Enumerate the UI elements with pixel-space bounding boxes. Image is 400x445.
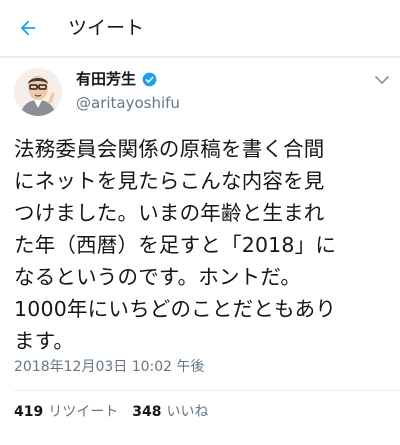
author-name[interactable]: 有田芳生 bbox=[76, 69, 136, 89]
avatar-illustration bbox=[14, 68, 62, 116]
verified-badge-icon bbox=[142, 72, 157, 87]
stats-divider bbox=[14, 390, 400, 391]
tweet-line: た年（西暦）を足すと「2018」に bbox=[14, 233, 337, 257]
likes-label: いいね bbox=[166, 404, 209, 420]
top-bar: ツイート bbox=[0, 0, 400, 56]
retweets-stat[interactable]: 419 リツイート bbox=[14, 402, 118, 422]
tweet-line: 法務委員会関係の原稿を書く合間 bbox=[14, 137, 325, 161]
tweet-menu-button[interactable] bbox=[372, 72, 392, 88]
avatar[interactable] bbox=[14, 68, 62, 116]
arrow-left-icon bbox=[20, 20, 36, 36]
tweet-line: 1000年にいちどのことだともあり bbox=[14, 297, 337, 321]
tweet-line: ます。 bbox=[14, 329, 75, 353]
author-name-row: 有田芳生 bbox=[76, 69, 157, 89]
author-handle[interactable]: @aritayoshifu bbox=[76, 93, 180, 113]
likes-count: 348 bbox=[132, 404, 162, 420]
back-button[interactable] bbox=[14, 14, 42, 42]
tweet-line: つけました。いまの年齢と生まれ bbox=[14, 201, 325, 225]
header-divider bbox=[0, 56, 400, 58]
tweet-line: にネットを見たらこんな内容を見 bbox=[14, 169, 325, 193]
retweets-label: リツイート bbox=[48, 404, 119, 420]
page-title: ツイート bbox=[68, 17, 145, 39]
tweet-timestamp[interactable]: 2018年12月03日 10:02 午後 bbox=[14, 357, 205, 377]
chevron-down-icon bbox=[375, 75, 389, 84]
tweet-stats: 419 リツイート 348 いいね bbox=[14, 402, 208, 422]
retweets-count: 419 bbox=[14, 404, 44, 420]
tweet-line: なるというのです。ホントだ。 bbox=[14, 265, 302, 289]
tweet-text: 法務委員会関係の原稿を書く合間 にネットを見たらこんな内容を見 つけました。いま… bbox=[14, 133, 394, 357]
likes-stat[interactable]: 348 いいね bbox=[132, 402, 208, 422]
